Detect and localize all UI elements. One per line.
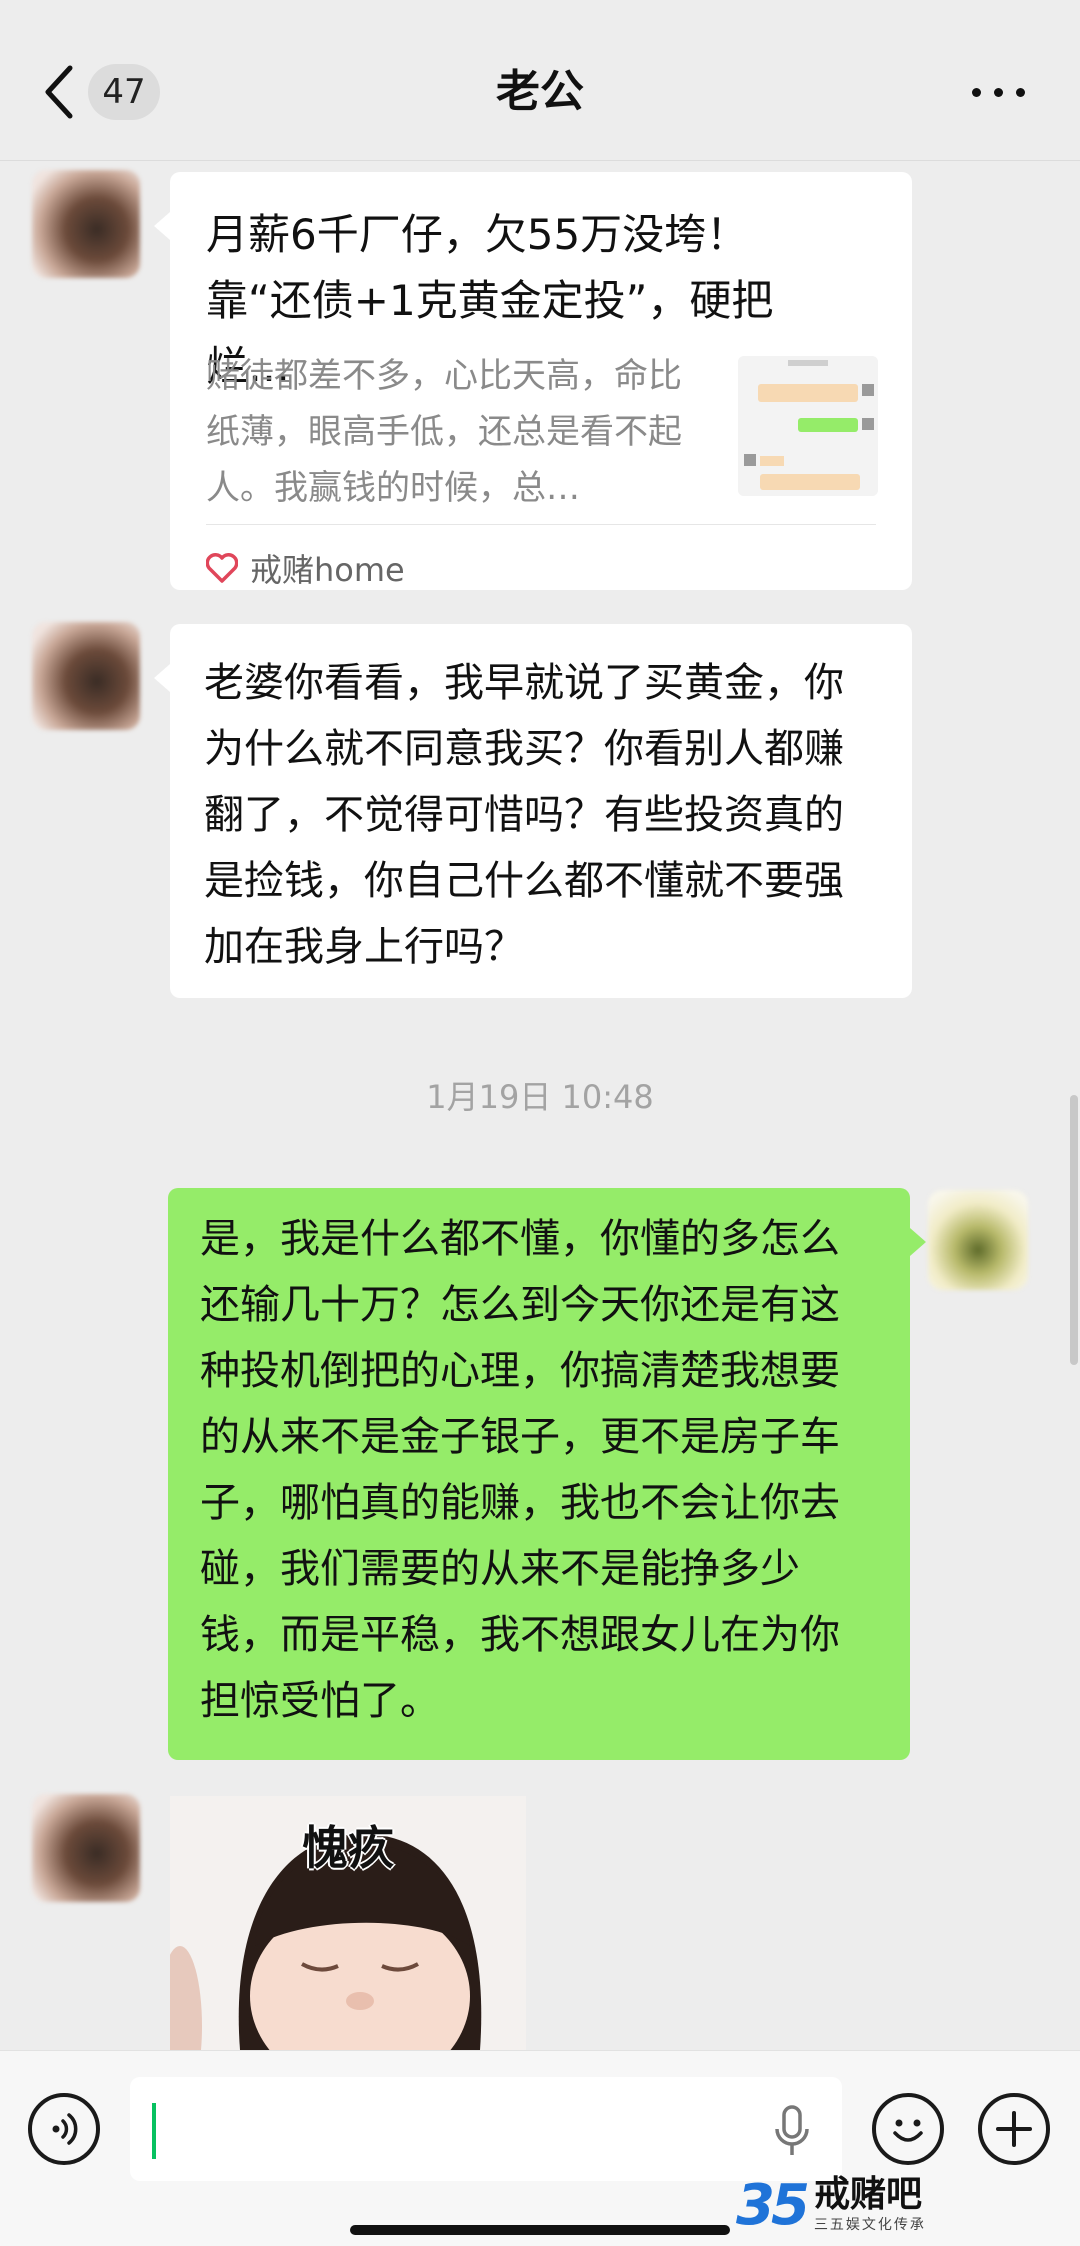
voice-wave-icon <box>52 2113 78 2145</box>
plus-icon <box>996 2111 1032 2147</box>
scrollbar-thumb[interactable] <box>1070 1095 1078 1365</box>
voice-mode-button[interactable] <box>28 2093 100 2165</box>
link-card-source: 戒赌home <box>206 538 405 598</box>
outgoing-message-bubble[interactable]: 是，我是什么都不懂，你懂的多怎么还输几十万？怎么到今天你还是有这种投机倒把的心理… <box>168 1188 926 1760</box>
input-bar: 35 戒赌吧 三五娱文化传承 <box>0 2050 1080 2246</box>
contact-avatar[interactable] <box>32 170 140 278</box>
link-card-divider <box>206 524 876 525</box>
my-avatar[interactable] <box>928 1190 1028 1290</box>
link-card-source-label: 戒赌home <box>250 551 405 589</box>
microphone-icon[interactable] <box>772 2103 812 2159</box>
contact-avatar[interactable] <box>32 622 140 730</box>
home-indicator[interactable] <box>350 2225 730 2235</box>
watermark-subtitle: 三五娱文化传承 <box>813 2217 926 2233</box>
link-card-description: 赌徒都差不多，心比天高，命比纸薄，眼高手低，还总是看不起人。我赢钱的时候，总… <box>206 356 682 508</box>
sticker-message[interactable]: 愧疚 <box>170 1796 526 2050</box>
message-timestamp: 1月19日 10:48 <box>426 1078 654 1116</box>
text-caret <box>152 2103 156 2159</box>
watermark-title: 戒赌吧 <box>813 2174 922 2215</box>
incoming-message-text: 老婆你看看，我早就说了买黄金，你为什么就不同意我买？你看别人都赚翻了，不觉得可惜… <box>204 660 844 970</box>
outgoing-message-text: 是，我是什么都不懂，你懂的多怎么还输几十万？怎么到今天你还是有这种投机倒把的心理… <box>200 1216 840 1724</box>
chat-title: 老公 <box>496 66 584 117</box>
heart-icon <box>206 553 238 583</box>
contact-avatar[interactable] <box>32 1794 140 1902</box>
smiley-icon <box>893 2119 923 2142</box>
watermark-logo: 35 戒赌吧 三五娱文化传承 <box>736 2169 1066 2241</box>
emoji-button[interactable] <box>872 2093 944 2165</box>
more-options-icon[interactable] <box>970 72 1030 112</box>
link-card-thumbnail <box>738 356 878 496</box>
link-card-message[interactable]: 月薪6千厂仔，欠55万没垮！靠“还债+1克黄金定投”，硬把烂… 赌徒都差不多，心… <box>154 172 912 590</box>
watermark-number: 35 <box>736 2172 810 2238</box>
sticker-caption: 愧疚 <box>302 1821 394 1875</box>
chat-header: 47 老公 <box>0 0 1080 161</box>
incoming-message-bubble[interactable]: 老婆你看看，我早就说了买黄金，你为什么就不同意我买？你看别人都赚翻了，不觉得可惜… <box>154 624 912 998</box>
message-input[interactable] <box>130 2077 842 2181</box>
more-functions-button[interactable] <box>978 2093 1050 2165</box>
